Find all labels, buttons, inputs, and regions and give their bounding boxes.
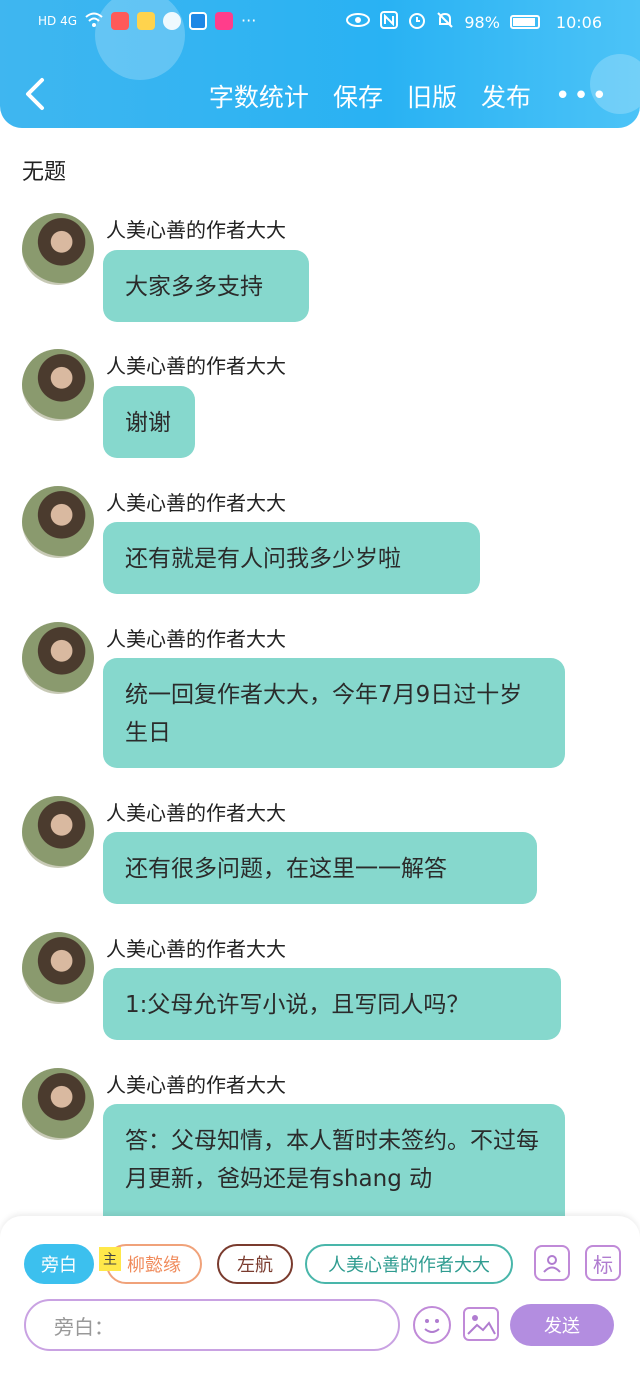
message-bubble[interactable]: 大家多多支持 xyxy=(103,250,309,322)
author-name: 人美心善的作者大大 xyxy=(106,627,286,651)
save-button[interactable]: 保存 xyxy=(333,78,383,114)
send-button[interactable]: 发送 xyxy=(510,1304,614,1346)
author-avatar xyxy=(22,213,94,285)
battery-icon xyxy=(509,15,540,29)
network-indicator: HD 4G xyxy=(38,13,78,28)
image-icon[interactable] xyxy=(463,1307,499,1341)
message-bubble[interactable]: 还有很多问题，在这里一一解答 xyxy=(103,832,537,904)
author-name: 人美心善的作者大大 xyxy=(106,801,286,825)
input-placeholder: 旁白： xyxy=(54,1314,114,1339)
publish-button[interactable]: 发布 xyxy=(481,78,531,114)
more-menu-icon[interactable]: ••• xyxy=(555,81,610,111)
weibo-icon xyxy=(111,11,130,30)
author-name: 人美心善的作者大大 xyxy=(106,218,286,242)
clock-time: 10:06 xyxy=(555,12,602,32)
message-input[interactable]: 旁白： xyxy=(24,1299,400,1351)
add-role-icon[interactable] xyxy=(534,1245,570,1281)
author-name: 人美心善的作者大大 xyxy=(106,354,286,378)
nfc-icon xyxy=(380,11,399,33)
author-avatar xyxy=(22,349,94,421)
alarm-icon xyxy=(408,11,426,33)
editor-toolbar: 字数统计 保存 旧版 发布 ••• xyxy=(209,78,610,114)
word-count-button[interactable]: 字数统计 xyxy=(209,78,309,114)
mark-button[interactable]: 标 xyxy=(585,1245,621,1281)
author-name: 人美心善的作者大大 xyxy=(106,491,286,515)
app-header: HD 4G ··· 98% 10:06 字数统计 保存 旧版 发布 ••• xyxy=(0,0,640,128)
youku-icon xyxy=(215,11,234,30)
weather-app-icon xyxy=(189,11,208,30)
back-icon[interactable] xyxy=(20,74,52,114)
role-author-button[interactable]: 人美心善的作者大大 xyxy=(305,1244,513,1284)
old-version-button[interactable]: 旧版 xyxy=(407,78,457,114)
wifi-icon xyxy=(85,12,103,30)
author-avatar xyxy=(22,796,94,868)
message-bubble[interactable]: 还有就是有人问我多少岁啦 xyxy=(103,522,480,594)
role-narration-button[interactable]: 旁白 xyxy=(24,1244,94,1284)
document-title[interactable]: 无题 xyxy=(22,154,66,186)
eye-icon xyxy=(346,12,371,32)
main-role-tag: 主 xyxy=(99,1247,121,1271)
author-name: 人美心善的作者大大 xyxy=(106,1073,286,1097)
battery-percent: 98% xyxy=(464,12,500,32)
message-bubble[interactable]: 1:父母允许写小说，且写同人吗？ xyxy=(103,968,561,1040)
role-zuo-hang-button[interactable]: 左航 xyxy=(217,1244,293,1284)
author-avatar xyxy=(22,932,94,1004)
author-avatar xyxy=(22,622,94,694)
message-bubble[interactable]: 统一回复作者大大，今年7月9日过十岁生日 xyxy=(103,658,565,768)
author-name: 人美心善的作者大大 xyxy=(106,937,286,961)
chat-app-icon xyxy=(163,11,182,30)
mute-bell-icon xyxy=(436,11,454,33)
emoji-app-icon xyxy=(137,11,156,30)
message-bubble[interactable]: 谢谢 xyxy=(103,386,195,458)
status-bar: HD 4G ··· 98% 10:06 xyxy=(0,0,640,44)
more-notifications-icon: ··· xyxy=(241,11,257,30)
author-avatar xyxy=(22,1068,94,1140)
emoji-icon[interactable] xyxy=(413,1306,451,1344)
author-avatar xyxy=(22,486,94,558)
